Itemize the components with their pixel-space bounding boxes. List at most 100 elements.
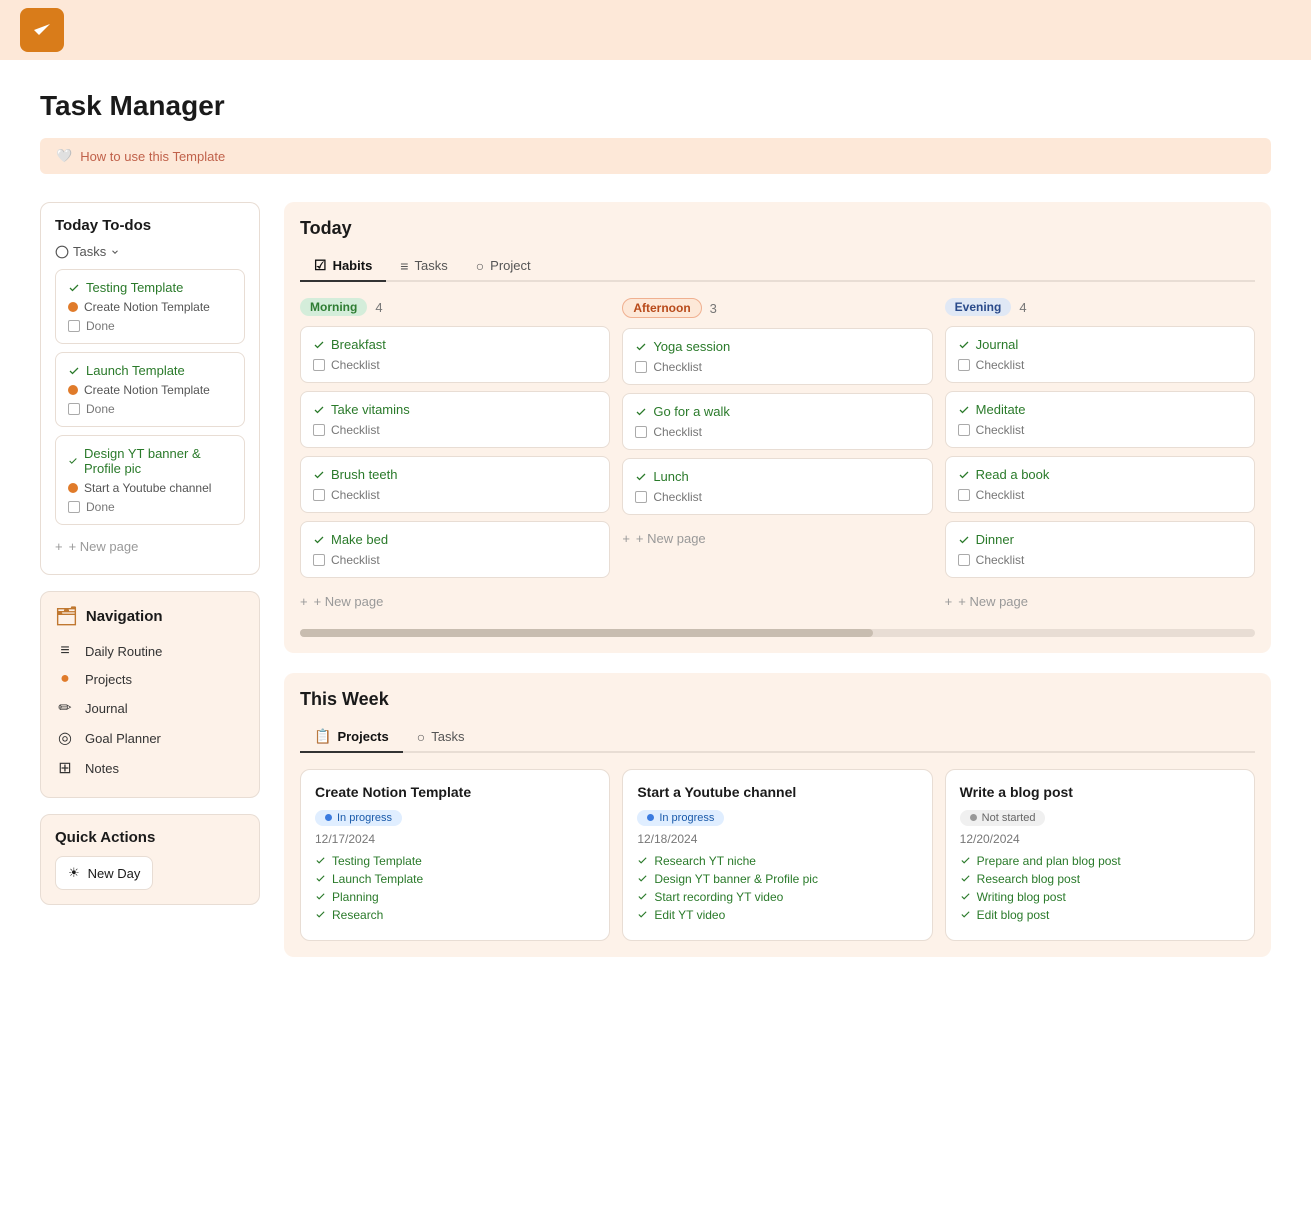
checkbox-empty[interactable] <box>68 320 80 332</box>
tab-tasks-week[interactable]: ○ Tasks <box>403 722 479 753</box>
evening-count: 4 <box>1019 300 1026 315</box>
top-bar <box>0 0 1311 60</box>
orange-dot <box>68 483 78 493</box>
habit-checklist: Checklist <box>313 423 597 437</box>
logo-icon <box>20 8 64 52</box>
today-todos-section: Today To-dos Tasks Testing Template Crea… <box>40 202 260 575</box>
new-page-afternoon[interactable]: + + New page <box>622 523 932 554</box>
tab-projects[interactable]: 📋 Projects <box>300 722 403 753</box>
heart-icon: 🤍 <box>56 148 72 164</box>
habit-item: Breakfast Checklist <box>300 326 610 383</box>
habit-item-title: Breakfast <box>313 337 597 352</box>
navigation-icon: 🗂 <box>55 606 78 627</box>
habit-item: Take vitamins Checklist <box>300 391 610 448</box>
journal-icon: ✏ <box>55 698 75 718</box>
checklist-checkbox[interactable] <box>635 491 647 503</box>
orange-dot <box>68 385 78 395</box>
new-page-evening[interactable]: + + New page <box>945 586 1255 617</box>
habit-checklist: Checklist <box>958 488 1242 502</box>
this-week-section: This Week 📋 Projects ○ Tasks Create Noti… <box>284 673 1271 957</box>
habit-item: Read a book Checklist <box>945 456 1255 513</box>
nav-item-label: Journal <box>85 701 128 716</box>
scrollbar-area[interactable] <box>300 629 1255 637</box>
project-task: Edit blog post <box>960 908 1240 922</box>
habit-checklist: Checklist <box>958 358 1242 372</box>
new-page-label: + New page <box>69 539 139 554</box>
checklist-checkbox[interactable] <box>313 424 325 436</box>
orange-dot <box>68 302 78 312</box>
habit-item-title: Read a book <box>958 467 1242 482</box>
task-card-title: Testing Template <box>68 280 232 295</box>
new-day-button[interactable]: ☀ New Day <box>55 856 153 890</box>
morning-count: 4 <box>375 300 382 315</box>
tab-tasks-week-label: Tasks <box>431 729 464 744</box>
checklist-checkbox[interactable] <box>635 361 647 373</box>
habit-checklist: Checklist <box>958 553 1242 567</box>
today-todos-title: Today To-dos <box>55 217 245 234</box>
tasks-header[interactable]: Tasks <box>55 244 245 259</box>
task-card: Testing Template Create Notion Template … <box>55 269 245 344</box>
navigation-section: 🗂 Navigation ≡ Daily Routine ● Projects … <box>40 591 260 798</box>
project-task: Design YT banner & Profile pic <box>637 872 917 886</box>
checkbox-empty[interactable] <box>68 403 80 415</box>
nav-item-daily-routine[interactable]: ≡ Daily Routine <box>55 637 245 665</box>
left-panel: Today To-dos Tasks Testing Template Crea… <box>40 202 260 957</box>
page-container: Task Manager 🤍 How to use this Template … <box>0 60 1311 1213</box>
project-task: Launch Template <box>315 872 595 886</box>
task-card-title: Launch Template <box>68 363 232 378</box>
template-banner[interactable]: 🤍 How to use this Template <box>40 138 1271 174</box>
project-task: Edit YT video <box>637 908 917 922</box>
project-card: Start a Youtube channel In progress 12/1… <box>622 769 932 941</box>
afternoon-count: 3 <box>710 301 717 316</box>
tab-project[interactable]: ○ Project <box>462 251 545 282</box>
tab-tasks[interactable]: ≡ Tasks <box>386 251 461 282</box>
project-task: Testing Template <box>315 854 595 868</box>
tasks-label: Tasks <box>73 244 106 259</box>
checklist-checkbox[interactable] <box>958 489 970 501</box>
evening-column: Evening 4 Journal Checklist <box>945 298 1255 617</box>
new-page-morning[interactable]: + + New page <box>300 586 610 617</box>
projects-tab-icon: 📋 <box>314 728 331 745</box>
evening-header: Evening 4 <box>945 298 1255 316</box>
tasks-tab-icon: ≡ <box>400 258 408 274</box>
daily-routine-icon: ≡ <box>55 642 75 660</box>
checklist-checkbox[interactable] <box>635 426 647 438</box>
nav-item-projects[interactable]: ● Projects <box>55 665 245 693</box>
project-date: 12/20/2024 <box>960 832 1240 846</box>
today-section: Today ☑ Habits ≡ Tasks ○ Project <box>284 202 1271 653</box>
habit-checklist: Checklist <box>313 488 597 502</box>
checklist-checkbox[interactable] <box>313 489 325 501</box>
projects-grid: Create Notion Template In progress 12/17… <box>300 769 1255 941</box>
habit-checklist: Checklist <box>635 490 919 504</box>
template-banner-text: How to use this Template <box>80 149 225 164</box>
checklist-checkbox[interactable] <box>958 554 970 566</box>
tab-tasks-label: Tasks <box>414 258 447 273</box>
checklist-checkbox[interactable] <box>313 359 325 371</box>
nav-item-goal-planner[interactable]: ◎ Goal Planner <box>55 723 245 753</box>
notes-icon: ⊞ <box>55 758 75 778</box>
status-dot <box>325 814 332 821</box>
status-label: In progress <box>659 812 714 824</box>
habit-item-title: Make bed <box>313 532 597 547</box>
habit-item: Brush teeth Checklist <box>300 456 610 513</box>
status-label: In progress <box>337 812 392 824</box>
this-week-tabs: 📋 Projects ○ Tasks <box>300 722 1255 753</box>
checklist-checkbox[interactable] <box>313 554 325 566</box>
habit-item-title: Dinner <box>958 532 1242 547</box>
habits-grid: Morning 4 Breakfast Checklist <box>300 298 1255 625</box>
project-date: 12/17/2024 <box>315 832 595 846</box>
checkbox-empty[interactable] <box>68 501 80 513</box>
new-page-button[interactable]: + + New page <box>55 533 245 560</box>
scrollbar-thumb <box>300 629 873 637</box>
task-card: Launch Template Create Notion Template D… <box>55 352 245 427</box>
habit-checklist: Checklist <box>958 423 1242 437</box>
project-card: Write a blog post Not started 12/20/2024… <box>945 769 1255 941</box>
nav-item-notes[interactable]: ⊞ Notes <box>55 753 245 783</box>
task-card-sub: Start a Youtube channel <box>68 481 232 495</box>
checklist-checkbox[interactable] <box>958 359 970 371</box>
tab-habits[interactable]: ☑ Habits <box>300 251 386 282</box>
habit-item: Go for a walk Checklist <box>622 393 932 450</box>
nav-item-journal[interactable]: ✏ Journal <box>55 693 245 723</box>
checklist-checkbox[interactable] <box>958 424 970 436</box>
habit-item-title: Yoga session <box>635 339 919 354</box>
